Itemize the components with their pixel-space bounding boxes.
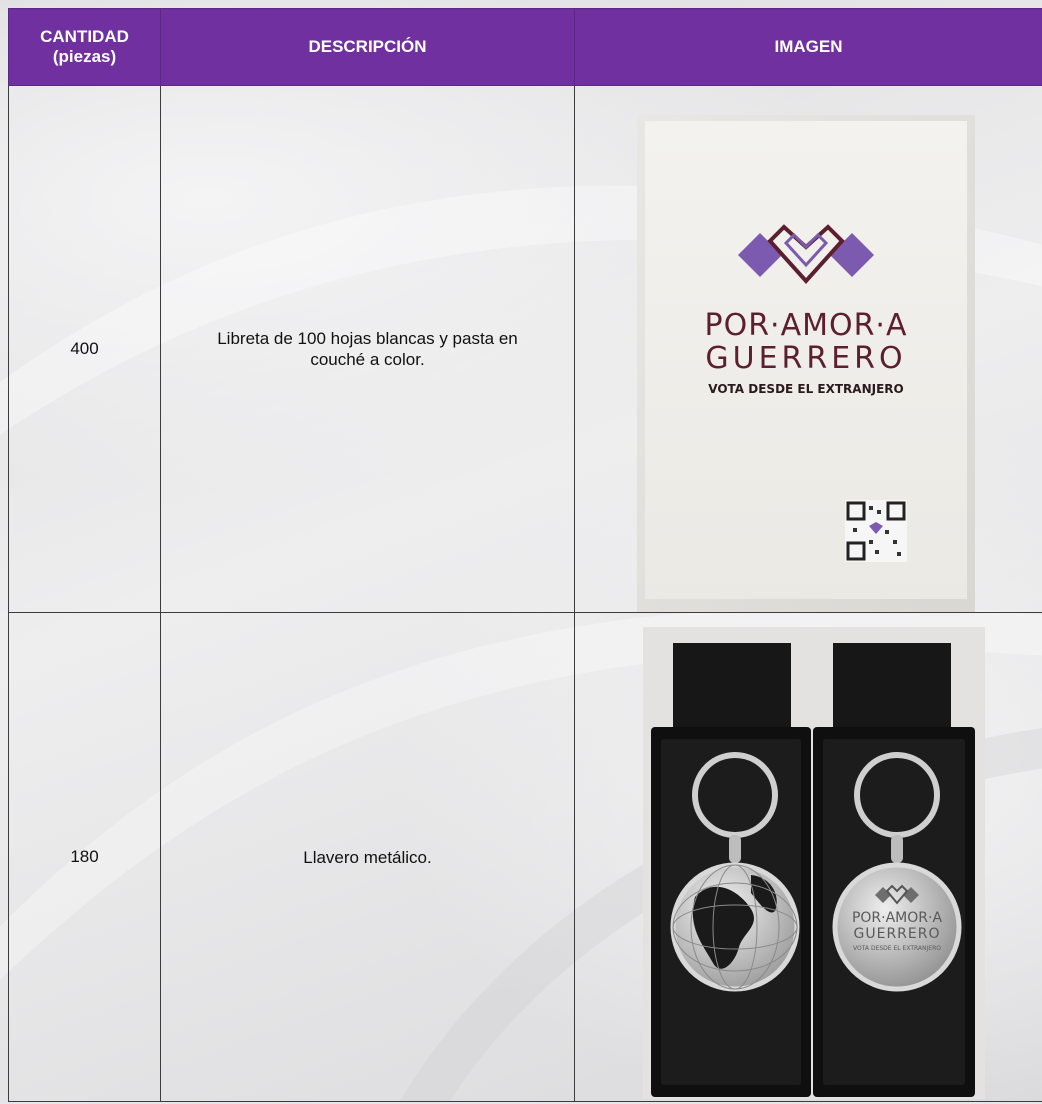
keychain-brand-line2: GUERRERO [835, 927, 959, 942]
table-header-row: CANTIDAD(piezas) DESCRIPCIÓN IMAGEN [9, 9, 1042, 86]
description-text: Libreta de 100 hojas blancas y pasta en … [203, 328, 533, 370]
notebook-photo: POR·AMOR·A GUERRERO VOTA DESDE EL EXTRAN… [637, 115, 975, 612]
notebook-brand-line3: VOTA DESDE EL EXTRANJERO [637, 381, 975, 397]
table-row: 180 Llavero metálico. [9, 613, 1042, 1102]
header-image: IMAGEN [575, 9, 1042, 86]
header-description: DESCRIPCIÓN [161, 9, 575, 86]
keychain-photo: POR·AMOR·A GUERRERO VOTA DESDE EL EXTRAN… [643, 627, 985, 1099]
keychain-brand-line3: VOTA DESDE EL EXTRANJERO [835, 945, 959, 953]
notebook-brand-line1: POR·AMOR·A [637, 310, 975, 342]
description-cell: Llavero metálico. [161, 613, 575, 1102]
table-row: 400 Libreta de 100 hojas blancas y pasta… [9, 86, 1042, 613]
image-cell: POR·AMOR·A GUERRERO VOTA DESDE EL EXTRAN… [575, 613, 1042, 1102]
notebook-brand-line2: GUERRERO [637, 343, 975, 375]
quantity-cell: 180 [9, 613, 161, 1102]
quantity-cell: 400 [9, 86, 161, 613]
products-table: CANTIDAD(piezas) DESCRIPCIÓN IMAGEN 400 … [8, 8, 1042, 1102]
keychain-brand-line1: POR·AMOR·A [835, 911, 959, 926]
image-cell: POR·AMOR·A GUERRERO VOTA DESDE EL EXTRAN… [575, 86, 1042, 613]
header-quantity: CANTIDAD(piezas) [9, 9, 161, 86]
qr-code-icon [845, 500, 907, 562]
description-cell: Libreta de 100 hojas blancas y pasta en … [161, 86, 575, 613]
description-text: Llavero metálico. [203, 847, 533, 868]
